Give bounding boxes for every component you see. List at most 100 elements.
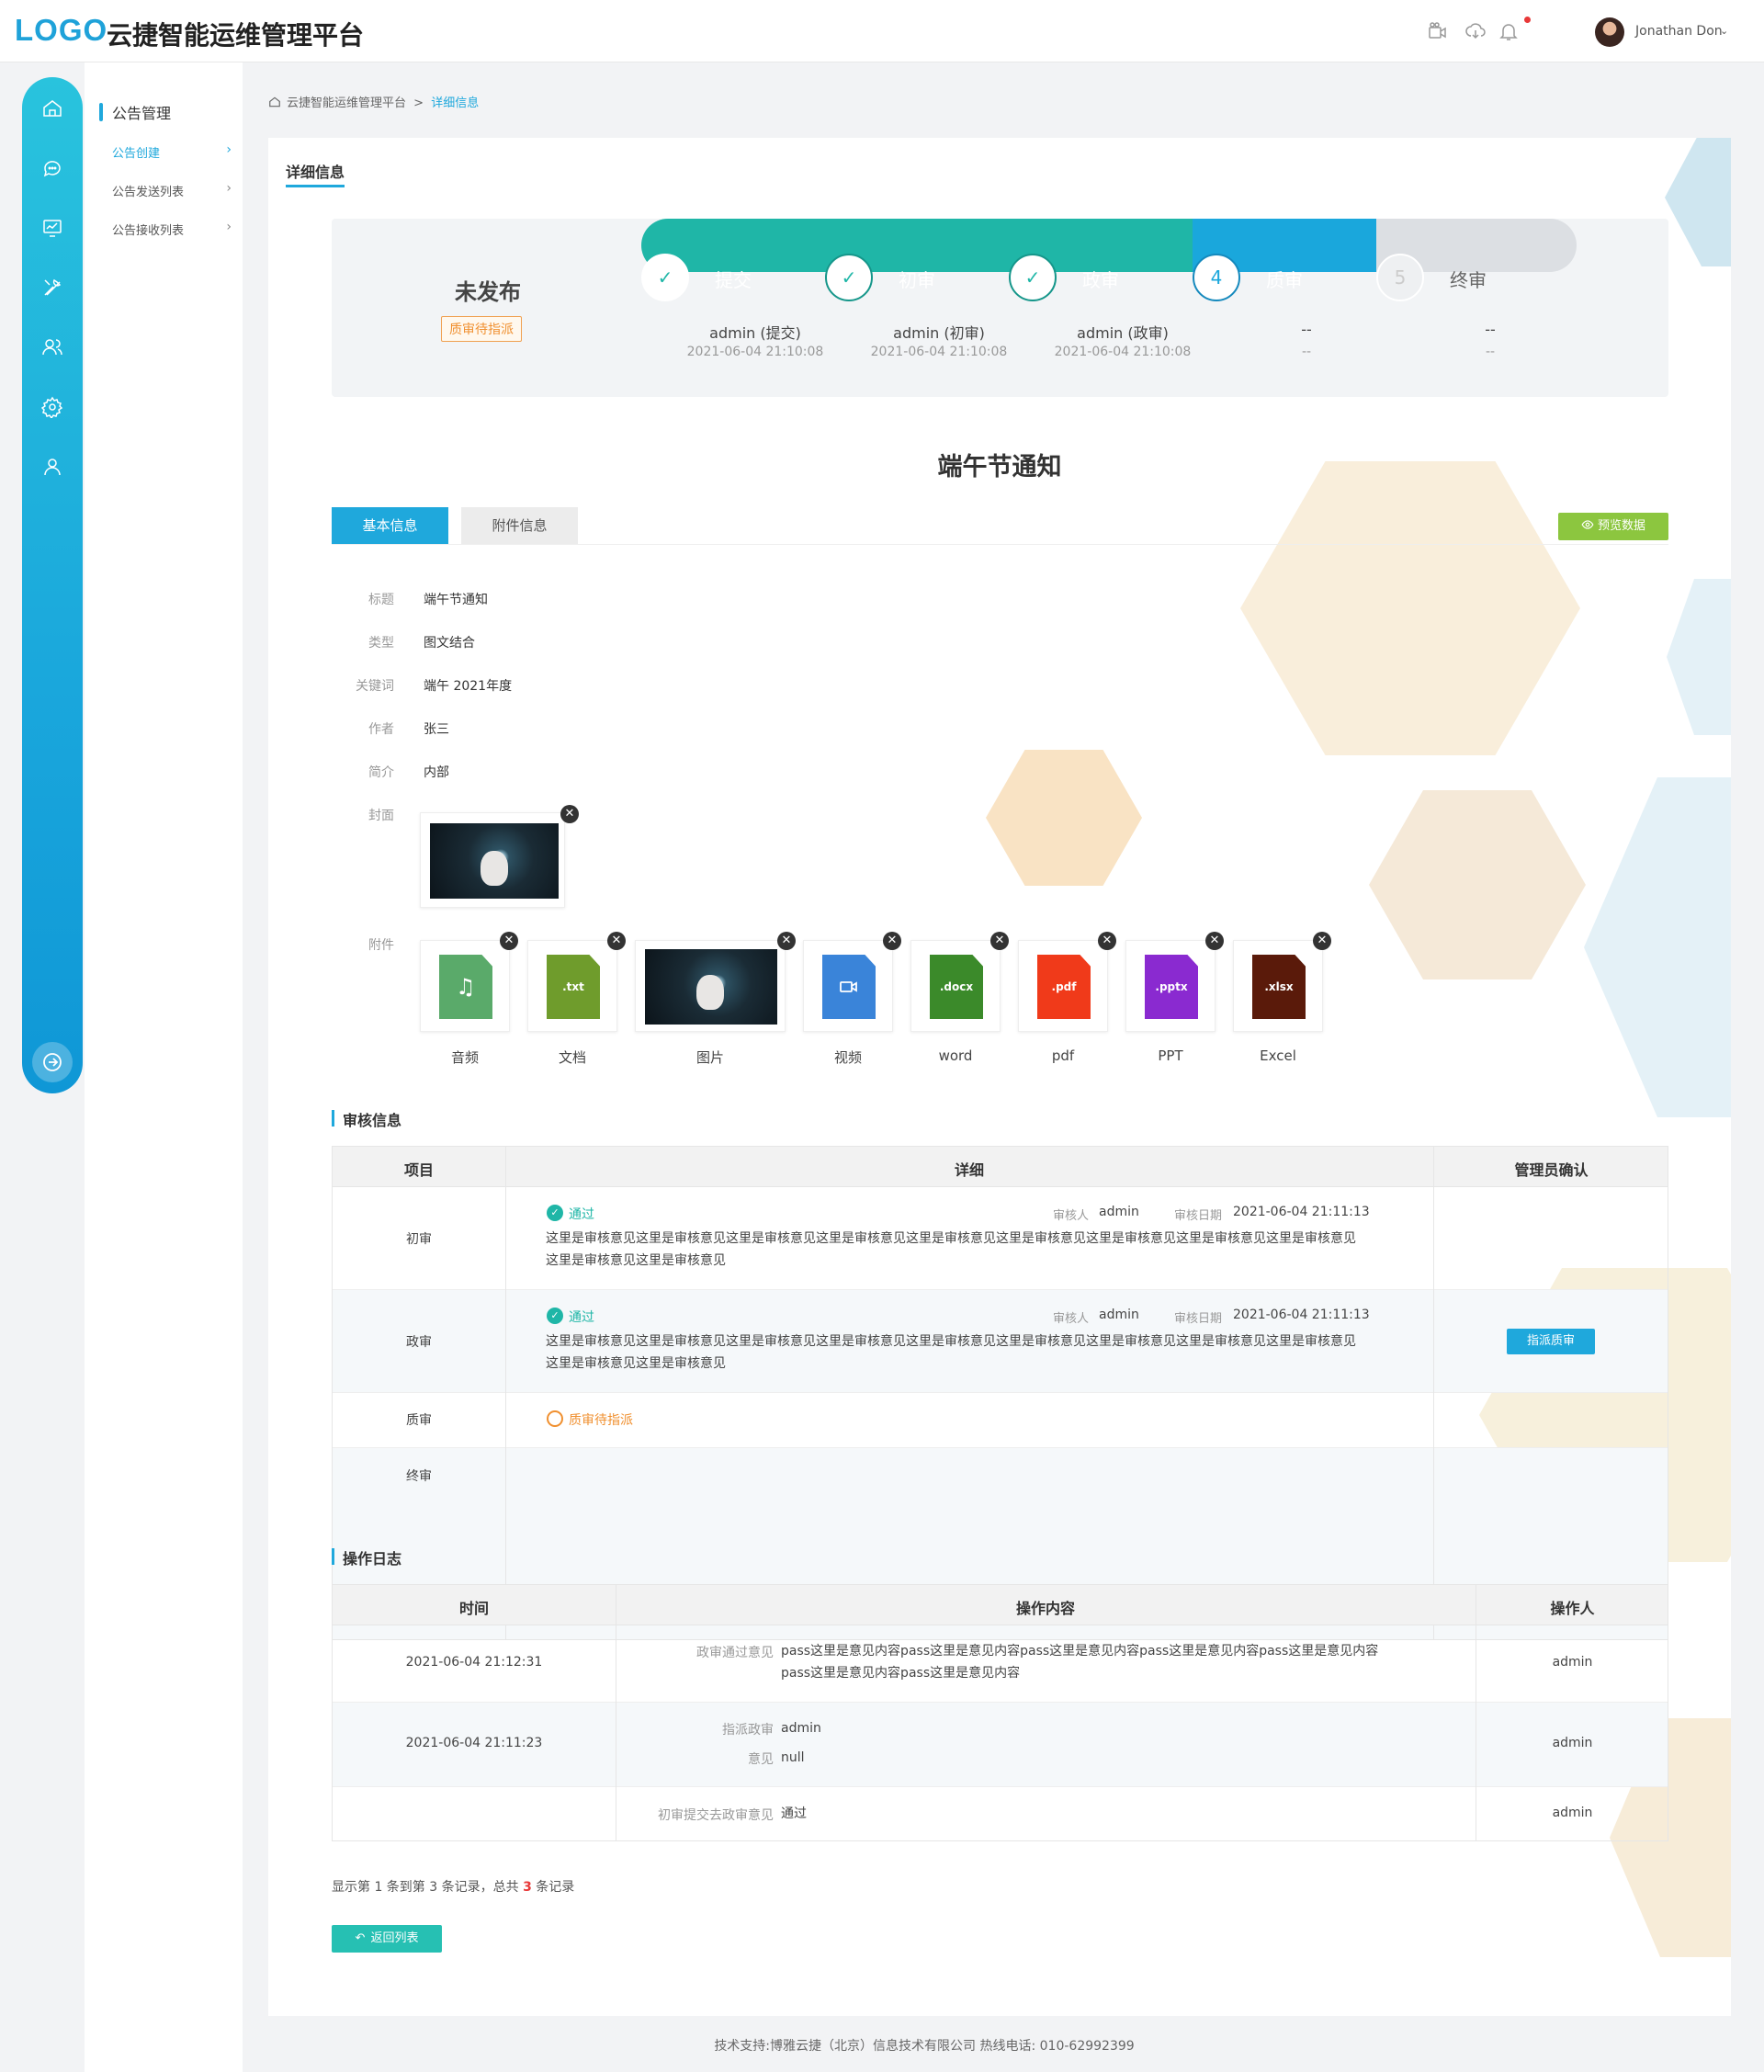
- user-icon[interactable]: [41, 456, 63, 478]
- attachment-pptx[interactable]: .pptx: [1125, 940, 1216, 1032]
- remove-attachment-icon[interactable]: ✕: [1205, 932, 1224, 950]
- cover-thumbnail[interactable]: [420, 812, 565, 908]
- avatar[interactable]: [1595, 17, 1624, 47]
- field-value-title: 端午节通知: [424, 593, 488, 607]
- field-value-summary: 内部: [424, 765, 449, 780]
- tab-attachments[interactable]: 附件信息: [461, 507, 578, 544]
- log-time: 2021-06-04 21:11:23: [405, 1736, 543, 1750]
- column-divider: [505, 1147, 506, 1639]
- attachment-label: PPT: [1158, 1047, 1183, 1064]
- field-label: 附件: [368, 938, 394, 953]
- home-icon[interactable]: [268, 96, 281, 108]
- attachment-image[interactable]: [635, 940, 786, 1032]
- top-header: LOGO 云捷智能运维管理平台 Jonathan Don ⌄: [0, 0, 1764, 62]
- chevron-right-icon: ›: [226, 220, 232, 234]
- settings-icon[interactable]: [41, 396, 63, 418]
- remove-cover-icon[interactable]: ✕: [560, 805, 579, 823]
- music-note-icon: ♫: [456, 974, 476, 1000]
- remove-attachment-icon[interactable]: ✕: [990, 932, 1009, 950]
- monitor-icon[interactable]: [41, 217, 63, 239]
- step-label: 质审: [1266, 269, 1303, 291]
- tools-icon[interactable]: [41, 277, 63, 299]
- decor-hexagon: [1584, 777, 1731, 1117]
- bell-icon[interactable]: [1498, 20, 1520, 42]
- date-value: 2021-06-04 21:11:13: [1233, 1205, 1370, 1219]
- back-to-list-button[interactable]: ↶ 返回列表: [332, 1925, 442, 1953]
- chevron-down-icon[interactable]: ⌄: [1720, 25, 1728, 37]
- reviewer-value: admin: [1099, 1205, 1139, 1219]
- log-operator: admin: [1552, 1736, 1593, 1750]
- assign-quality-button[interactable]: 指派质审: [1507, 1329, 1595, 1354]
- remove-attachment-icon[interactable]: ✕: [607, 932, 626, 950]
- home-icon[interactable]: [41, 97, 63, 119]
- table-row: 政审 ✓ 通过 审核人 admin 审核日期 2021-06-04 21:11:…: [333, 1290, 1668, 1393]
- audit-status: 通过: [569, 1310, 594, 1325]
- attachment-xlsx[interactable]: .xlsx: [1233, 940, 1323, 1032]
- step-number: 4: [1193, 254, 1240, 301]
- field-label: 作者: [368, 722, 394, 737]
- log-value: pass这里是意见内容pass这里是意见内容pass这里是意见内容pass这里是…: [781, 1644, 1379, 1681]
- step-check-icon: ✓: [825, 254, 873, 301]
- card-tab-detail[interactable]: 详细信息: [286, 160, 345, 182]
- attachment-pdf[interactable]: .pdf: [1018, 940, 1108, 1032]
- submenu-item-sent[interactable]: 公告发送列表 ›: [112, 181, 232, 199]
- total-count: 3: [523, 1880, 532, 1895]
- field-value-type: 图文结合: [424, 636, 475, 651]
- reviewer-key: 审核人: [1053, 1209, 1090, 1223]
- status-badge: 质审待指派: [441, 316, 522, 342]
- table-row: 2021-06-04 21:11:23 指派政审 admin 意见 null a…: [333, 1703, 1668, 1787]
- tab-basic-info[interactable]: 基本信息: [332, 507, 448, 544]
- column-header: 操作人: [1550, 1600, 1595, 1617]
- table-row: 2021-06-04 21:12:31 政审通过意见 pass这里是意见内容pa…: [333, 1625, 1668, 1703]
- users-icon[interactable]: [41, 336, 63, 358]
- attachment-video[interactable]: [803, 940, 893, 1032]
- field-label: 简介: [368, 765, 394, 780]
- image-figure: [696, 975, 724, 1010]
- remove-attachment-icon[interactable]: ✕: [883, 932, 901, 950]
- logout-button[interactable]: [32, 1042, 73, 1082]
- log-value: admin: [781, 1721, 821, 1736]
- attachment-docx[interactable]: .docx: [910, 940, 1001, 1032]
- preview-button[interactable]: 预览数据: [1558, 513, 1668, 540]
- video-camera-icon[interactable]: [1427, 20, 1449, 42]
- table-header: 项目 详细 管理员确认: [333, 1147, 1668, 1187]
- remove-attachment-icon[interactable]: ✕: [1098, 932, 1116, 950]
- step-number: 5: [1376, 254, 1424, 301]
- logo: LOGO: [15, 13, 108, 47]
- user-name[interactable]: Jonathan Don: [1635, 24, 1723, 39]
- decor-hexagon: [986, 750, 1142, 886]
- date-key: 审核日期: [1174, 1312, 1223, 1326]
- submenu-item-received[interactable]: 公告接收列表 ›: [112, 220, 232, 238]
- submenu-item-create[interactable]: 公告创建 ›: [112, 142, 232, 161]
- remove-attachment-icon[interactable]: ✕: [777, 932, 796, 950]
- cover-figure: [481, 851, 508, 886]
- field-value-author: 张三: [424, 722, 449, 737]
- column-header: 管理员确认: [1514, 1161, 1589, 1179]
- date-key: 审核日期: [1174, 1209, 1223, 1223]
- section-bar: [332, 1548, 334, 1565]
- step-when: 2021-06-04 21:10:08: [1054, 345, 1192, 359]
- chat-icon[interactable]: [41, 157, 63, 179]
- field-label: 标题: [368, 593, 394, 607]
- breadcrumb-root[interactable]: 云捷智能运维管理平台: [287, 96, 406, 110]
- attachment-audio[interactable]: ♫: [420, 940, 510, 1032]
- submenu-heading: 公告管理: [112, 105, 172, 122]
- decor-hexagon: [1665, 138, 1731, 266]
- attachment-label: 音频: [450, 1049, 479, 1066]
- audit-item: 终审: [406, 1469, 432, 1484]
- notice-title: 端午节通知: [937, 453, 1062, 481]
- remove-attachment-icon[interactable]: ✕: [1313, 932, 1331, 950]
- attachment-label: word: [938, 1047, 973, 1064]
- chevron-right-icon: ›: [226, 142, 232, 157]
- remove-attachment-icon[interactable]: ✕: [500, 932, 518, 950]
- log-key: 政审通过意见: [696, 1646, 774, 1660]
- audit-item: 质审: [406, 1413, 432, 1428]
- app-title: 云捷智能运维管理平台: [107, 20, 365, 51]
- check-circle-icon: ✓: [547, 1308, 563, 1324]
- cloud-download-icon[interactable]: [1464, 20, 1487, 42]
- file-ext: .pptx: [1155, 980, 1188, 993]
- tab-divider: [332, 544, 1668, 545]
- attachment-txt[interactable]: .txt: [527, 940, 617, 1032]
- column-header: 项目: [403, 1161, 434, 1179]
- notification-dot: [1524, 17, 1531, 23]
